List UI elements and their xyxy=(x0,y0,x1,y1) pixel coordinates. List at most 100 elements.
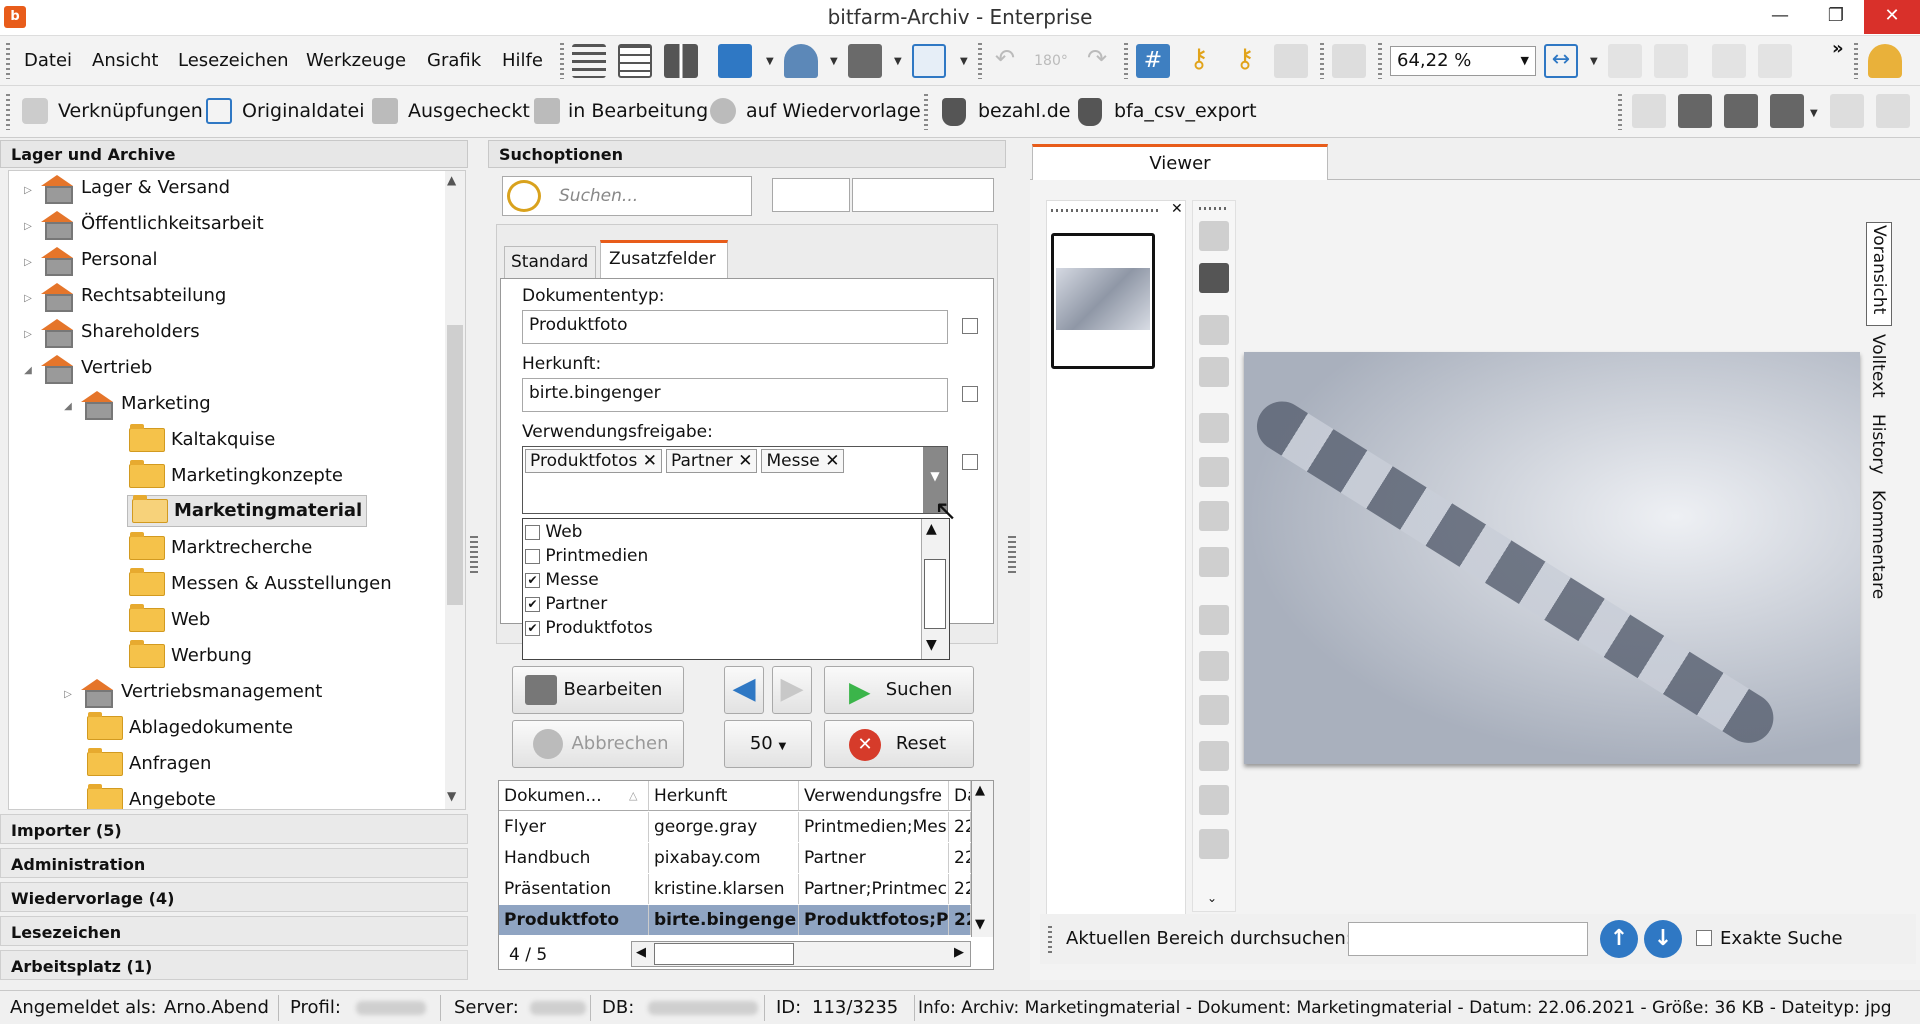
column-header-usage[interactable]: Verwendungsfre xyxy=(799,781,949,811)
chevron-down-icon[interactable]: ▼ xyxy=(894,56,902,67)
table-cell[interactable]: kristine.klarsen xyxy=(649,874,799,904)
column-header-origin[interactable]: Herkunft xyxy=(649,781,799,811)
splitter-grip[interactable] xyxy=(470,536,478,576)
viewer-search-input[interactable] xyxy=(1348,922,1588,956)
origin-field[interactable]: birte.bingenger xyxy=(522,378,948,412)
table-cell[interactable]: 22 xyxy=(949,843,971,873)
table-cell[interactable]: 22 xyxy=(949,905,971,935)
toolbar-overflow[interactable]: » xyxy=(1832,38,1844,59)
toolbar-grip[interactable] xyxy=(1378,43,1382,79)
in-edit-button[interactable]: in Bearbeitung xyxy=(568,100,708,122)
toolbar-grip[interactable] xyxy=(1124,43,1128,79)
option-checkbox[interactable]: ✔ xyxy=(525,596,540,612)
tree-item-label[interactable]: Werbung xyxy=(171,645,252,666)
section-lesezeichen[interactable]: Lesezeichen xyxy=(0,916,468,946)
close-icon[interactable]: ✕ xyxy=(1864,0,1920,34)
meta-icon[interactable] xyxy=(1770,94,1804,128)
table-vscrollbar[interactable]: ▲ ▼ xyxy=(971,781,993,937)
tree-item-label[interactable]: Personal xyxy=(81,249,158,270)
zoom-select[interactable]: 64,22 % ▼ xyxy=(1390,46,1536,76)
tree-item-label[interactable]: Shareholders xyxy=(81,321,200,342)
close-panel-icon[interactable]: ✕ xyxy=(1171,201,1183,217)
menu-werkzeuge[interactable]: Werkzeuge xyxy=(306,50,406,71)
table-cell[interactable]: 22 xyxy=(949,812,971,842)
table-cell[interactable]: birte.bingenge xyxy=(649,905,799,935)
table-cell[interactable]: pixabay.com xyxy=(649,843,799,873)
toolbar-grip[interactable] xyxy=(6,43,10,79)
tree-item-label[interactable]: Messen & Ausstellungen xyxy=(171,573,392,594)
remove-tag-icon[interactable]: ✕ xyxy=(738,451,752,471)
document-image[interactable] xyxy=(1244,352,1860,764)
chevron-down-icon[interactable]: ▼ xyxy=(766,56,774,67)
results-table[interactable]: Dokumen... △ Herkunft Verwendungsfre Da F… xyxy=(498,780,994,970)
menu-ansicht[interactable]: Ansicht xyxy=(92,50,158,71)
list-view-icon[interactable] xyxy=(618,44,652,78)
search-input[interactable]: Suchen... xyxy=(502,176,752,216)
splitter-grip[interactable] xyxy=(1008,536,1016,576)
new-document-icon[interactable] xyxy=(912,44,946,78)
table-cell[interactable]: Produktfotos;P xyxy=(799,905,949,935)
document-view-icon[interactable] xyxy=(1199,263,1229,293)
scroll-thumb[interactable] xyxy=(924,559,946,629)
tab-viewer[interactable]: Viewer xyxy=(1032,144,1328,180)
table-cell[interactable]: Printmedien;Mes xyxy=(799,812,949,842)
tree-item-label[interactable]: Web xyxy=(171,609,210,630)
toolbar-grip[interactable] xyxy=(978,43,982,79)
tab-history[interactable]: History xyxy=(1868,414,1888,474)
option-label[interactable]: Messe xyxy=(545,570,598,590)
option-checkbox[interactable] xyxy=(525,524,540,540)
restore-icon[interactable]: ❐ xyxy=(1808,0,1864,34)
scroll-right-icon[interactable]: ▶ xyxy=(954,945,964,960)
minimize-icon[interactable]: — xyxy=(1752,0,1808,34)
fit-width-icon[interactable]: ↔ xyxy=(1544,44,1578,78)
option-label[interactable]: Printmedien xyxy=(545,546,648,566)
document-view-icon[interactable] xyxy=(1678,94,1712,128)
reset-button[interactable]: ✕ Reset xyxy=(824,720,974,768)
toolbar-grip[interactable] xyxy=(1854,43,1858,79)
chevron-down-icon[interactable]: ⌄ xyxy=(1207,891,1217,905)
table-cell[interactable]: george.gray xyxy=(649,812,799,842)
scroll-thumb[interactable] xyxy=(447,325,463,605)
toolbar-grip[interactable] xyxy=(560,43,564,79)
table-cell[interactable]: 22 xyxy=(949,874,971,904)
column-header-doctype[interactable]: Dokumen... △ xyxy=(499,781,649,811)
prev-button[interactable]: ◀ xyxy=(724,666,764,714)
expand-icon[interactable]: ▷ xyxy=(21,174,35,208)
remove-tag-icon[interactable]: ✕ xyxy=(643,451,657,471)
tree-item-label[interactable]: Marktrecherche xyxy=(171,537,312,558)
panel-grip[interactable] xyxy=(1199,207,1229,210)
tree-item-label[interactable]: Kaltakquise xyxy=(171,429,275,450)
remove-tag-icon[interactable]: ✕ xyxy=(825,451,839,471)
table-cell[interactable]: Präsentation xyxy=(499,874,649,904)
print-icon[interactable] xyxy=(848,44,882,78)
chevron-down-icon[interactable]: ▼ xyxy=(830,56,838,67)
table-cell[interactable]: Partner xyxy=(799,843,949,873)
key-icon[interactable]: ⚷ xyxy=(1182,44,1216,78)
collapse-icon[interactable]: ◢ xyxy=(61,390,75,424)
tree-item-label[interactable]: Anfragen xyxy=(129,753,211,774)
chevron-down-icon[interactable]: ▼ xyxy=(1590,56,1598,67)
section-wiedervorlage[interactable]: Wiedervorlage (4) xyxy=(0,882,468,912)
toolbar-grip[interactable] xyxy=(1320,43,1324,79)
checked-out-button[interactable]: Ausgecheckt xyxy=(408,100,530,122)
tree-item-label[interactable]: Rechtsabteilung xyxy=(81,285,226,306)
exact-search-checkbox[interactable] xyxy=(1696,930,1712,946)
toolbar-grip[interactable] xyxy=(1618,94,1622,130)
section-importer[interactable]: Importer (5) xyxy=(0,814,468,844)
expand-icon[interactable]: ▷ xyxy=(21,246,35,280)
tab-voransicht[interactable]: Voransicht xyxy=(1866,222,1892,326)
menu-grafik[interactable]: Grafik xyxy=(427,50,481,71)
scroll-up-icon[interactable]: ▲ xyxy=(447,173,456,187)
scroll-up-icon[interactable]: ▲ xyxy=(926,521,937,537)
expand-icon[interactable]: ▷ xyxy=(61,678,75,712)
hash-icon[interactable]: # xyxy=(1136,44,1170,78)
tree-item-label[interactable]: Marketingmaterial xyxy=(174,500,362,521)
usage-multiselect[interactable]: Produktfotos ✕ Partner ✕ Messe ✕ ▼ xyxy=(522,446,948,514)
option-label[interactable]: Partner xyxy=(545,594,607,614)
scroll-down-icon[interactable]: ▼ xyxy=(447,789,456,803)
menu-lesezeichen[interactable]: Lesezeichen xyxy=(178,50,289,71)
scroll-up-icon[interactable]: ▲ xyxy=(975,783,985,798)
edit-button[interactable]: Bearbeiten xyxy=(512,666,684,714)
result-count-select[interactable]: 50 ▼ xyxy=(724,720,812,768)
scroll-down-icon[interactable]: ▼ xyxy=(975,917,985,932)
